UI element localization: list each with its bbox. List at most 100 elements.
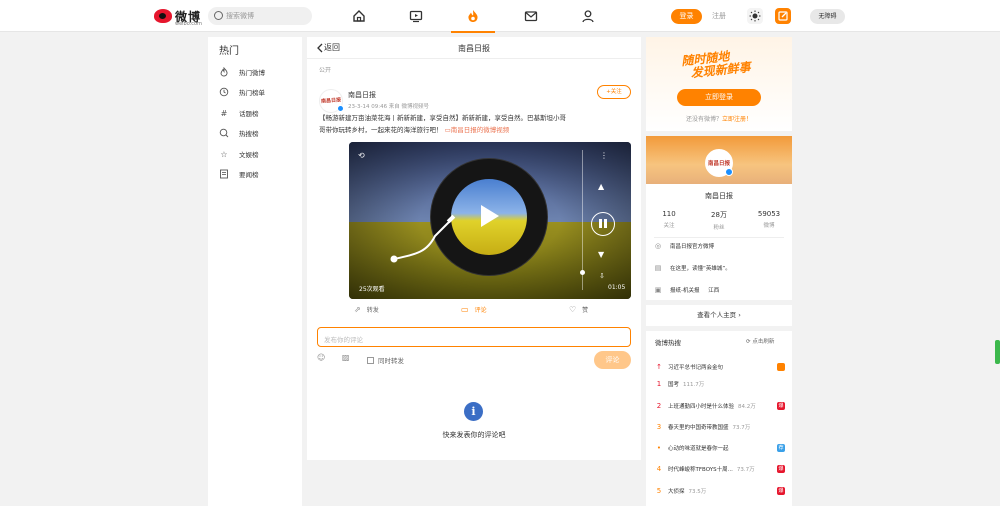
sidebar-item-entertainment[interactable]: ☆ 文娱榜 <box>219 147 259 161</box>
profile-info-text: 报纸-机关报 江西 <box>670 288 720 294</box>
bio-icon: ▤ <box>654 264 662 272</box>
location-icon: ▣ <box>654 286 662 294</box>
download-icon[interactable]: ⇩ <box>599 272 605 280</box>
video-link[interactable]: ▭南昌日报的微博视频 <box>445 126 510 134</box>
refresh-icon: ⟳ <box>746 339 751 345</box>
comment-tab-button[interactable]: ▭ 评论 <box>461 305 487 314</box>
login-now-button[interactable]: 立即登录 <box>677 89 761 106</box>
home-icon <box>353 10 365 22</box>
progress-handle[interactable] <box>580 270 585 275</box>
progress-track[interactable] <box>582 150 583 290</box>
also-repost-checkbox[interactable]: 同时转发 <box>367 355 404 365</box>
refresh-button[interactable]: ⟳ 点击刷新 <box>746 337 774 345</box>
sidebar-item-label: 文娱榜 <box>239 151 259 159</box>
weibo-logo[interactable]: 微博 weibo.com <box>154 7 202 27</box>
profile-info-location: ▣ 报纸-机关报 江西 <box>654 286 784 294</box>
accessibility-button[interactable]: 无障碍 <box>810 9 845 24</box>
hot-rank: ↑ <box>656 363 662 371</box>
author-name[interactable]: 南昌日报 <box>348 90 376 100</box>
hot-badge: 爆 <box>777 402 785 410</box>
hot-badge: 荐 <box>777 444 785 452</box>
thumbs-up-icon: ♡ <box>569 305 577 314</box>
play-icon[interactable] <box>481 205 499 227</box>
mail-icon <box>524 11 538 22</box>
sidebar-item-hot-weibo[interactable]: 热门微博 <box>219 65 265 79</box>
nav-messages[interactable] <box>519 4 543 28</box>
profile-info-text: 南昌日报官方微博 <box>670 244 715 250</box>
sidebar-item-topics[interactable]: # 话题榜 <box>219 106 259 120</box>
hot-item-text: 大侦探 <box>668 489 685 495</box>
sidebar-item-label: 热搜榜 <box>239 130 259 138</box>
hot-search-item[interactable]: 4 时代峰峻称TFBOYS十周... 73.7万 爆 <box>655 463 785 475</box>
hot-item-count: 73.5万 <box>688 489 707 495</box>
login-button[interactable]: 登录 <box>671 9 702 24</box>
edit-icon <box>778 11 788 21</box>
nav-video[interactable] <box>404 4 428 28</box>
nav-hot[interactable] <box>451 4 495 33</box>
stat-followers[interactable]: 28万 粉丝 <box>699 210 739 231</box>
profile-info-text: 在这里，读懂“英雄城”。 <box>670 266 731 272</box>
hot-item-count: 73.7万 <box>736 467 755 473</box>
follow-button[interactable]: +关注 <box>597 85 631 99</box>
sidebar-item-hot-search[interactable]: 热搜榜 <box>219 126 259 140</box>
theme-toggle-button[interactable] <box>747 8 763 24</box>
sidebar-item-news[interactable]: 要闻榜 <box>219 167 259 181</box>
stat-following[interactable]: 110 关注 <box>649 210 689 229</box>
stat-label: 粉丝 <box>713 225 725 231</box>
hot-rank: 2 <box>656 402 662 410</box>
stat-value: 110 <box>662 210 676 218</box>
previous-icon[interactable]: ▲ <box>598 182 604 191</box>
replay-icon[interactable]: ⟲ <box>358 151 365 160</box>
sun-icon <box>749 10 761 22</box>
avatar-text: 南昌日报 <box>320 97 342 105</box>
post-text: 【畅游新建万亩油菜花海丨新新新建，享受自然】新新新建，享受自然。巴基斯坦小哥 哥… <box>319 112 633 136</box>
register-prompt: 还没有微博？立即注册！ <box>646 114 792 123</box>
hot-badge: 爆 <box>777 465 785 473</box>
sidebar-item-hot-list[interactable]: 热门榜单 <box>219 85 265 99</box>
video-player[interactable]: ⟲ ⋮ ▲ ▼ ⇩ 25次观看 01:05 <box>349 142 631 299</box>
register-link[interactable]: 注册 <box>712 11 726 21</box>
image-icon[interactable]: ▨ <box>342 353 350 362</box>
info-icon: i <box>464 402 483 421</box>
compose-button[interactable] <box>775 8 791 24</box>
checkbox-box[interactable] <box>367 356 374 364</box>
submit-comment-button[interactable]: 评论 <box>594 351 631 369</box>
also-repost-label: 同时转发 <box>378 357 404 365</box>
view-profile-button[interactable]: 查看个人主页 › <box>646 305 792 326</box>
hot-badge: 爆 <box>777 487 785 495</box>
hot-item-count: 111.7万 <box>683 382 705 388</box>
more-vertical-icon[interactable]: ⋮ <box>600 151 608 160</box>
repost-button[interactable]: ⇗ 转发 <box>354 305 379 314</box>
hot-search-panel: 微博热搜 ⟳ 点击刷新 ↑ 习近平总书记两会金句 1 国考 111.7万 2 上班通勤四小时… <box>646 331 792 506</box>
scrollbar-thumb[interactable] <box>995 340 1000 364</box>
post-text-line: 哥带你玩转乡村，一起来花的海洋旅行吧！ <box>319 126 443 134</box>
emoji-icon[interactable]: ☺ <box>317 353 325 362</box>
hot-item-text: 春天里的中国奇带教国盛 <box>668 425 729 431</box>
nav-profile[interactable] <box>576 4 600 28</box>
hot-search-item[interactable]: 1 国考 111.7万 <box>655 378 785 390</box>
verified-badge-icon <box>337 105 344 112</box>
hot-search-item[interactable]: ↑ 习近平总书记两会金句 <box>655 361 785 373</box>
profile-info-bio: ▤ 在这里，读懂“英雄城”。 <box>654 264 784 272</box>
hot-search-item[interactable]: 2 上班通勤四小时是什么体验 84.2万 爆 <box>655 400 785 412</box>
repost-icon: ⇗ <box>354 305 361 314</box>
like-button[interactable]: ♡ 赞 <box>569 305 588 314</box>
flame-outline-icon <box>219 67 229 77</box>
stat-posts[interactable]: 59053 微博 <box>749 210 789 229</box>
profile-info-verified: ◎ 南昌日报官方微博 <box>654 242 784 250</box>
hot-search-item[interactable]: 3 春天里的中国奇带教国盛 73.7万 <box>655 421 785 433</box>
comment-input[interactable]: 发布你的评论 <box>317 327 631 347</box>
hot-search-item[interactable]: 5 大侦探 73.5万 爆 <box>655 485 785 497</box>
pause-button[interactable] <box>591 212 615 236</box>
post-meta: 23-3-14 09:46 来自 微博视频号 <box>348 104 430 110</box>
view-count: 25次观看 <box>359 286 385 293</box>
post-header: 返回 南昌日报 <box>307 37 641 59</box>
next-icon[interactable]: ▼ <box>598 250 604 259</box>
divider <box>654 237 784 238</box>
register-now-link[interactable]: 立即注册！ <box>722 116 752 123</box>
nav-home[interactable] <box>347 4 371 28</box>
hot-item-text: 国考 <box>668 382 680 388</box>
search-input[interactable]: 搜索微博 <box>208 7 312 25</box>
profile-name[interactable]: 南昌日报 <box>646 191 792 201</box>
hot-search-item[interactable]: • 心动的味道就是春你一起 荐 <box>655 442 785 454</box>
